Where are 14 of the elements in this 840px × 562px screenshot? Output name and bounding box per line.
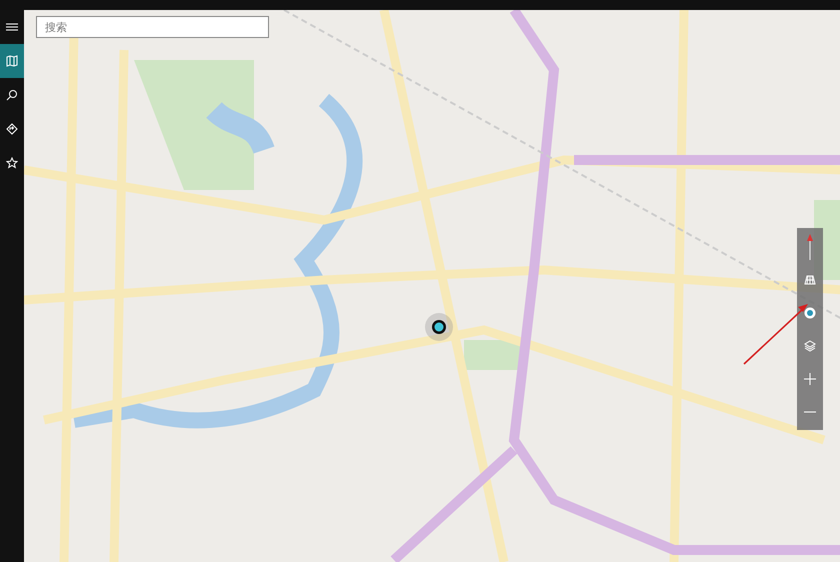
annotation-arrow [742,302,810,366]
layers-icon [804,340,816,352]
location-icon [804,306,816,318]
tilt-grid-icon [804,274,816,284]
menu-icon [6,21,18,33]
compass-icon [806,234,814,260]
location-marker-icon [425,313,453,341]
map-icon [6,55,18,67]
search-icon [6,89,18,101]
star-icon [6,157,18,169]
minus-icon [804,410,816,412]
plus-icon [804,372,816,384]
directions-icon [6,123,18,135]
search-field[interactable]: 搜索 [36,16,269,38]
